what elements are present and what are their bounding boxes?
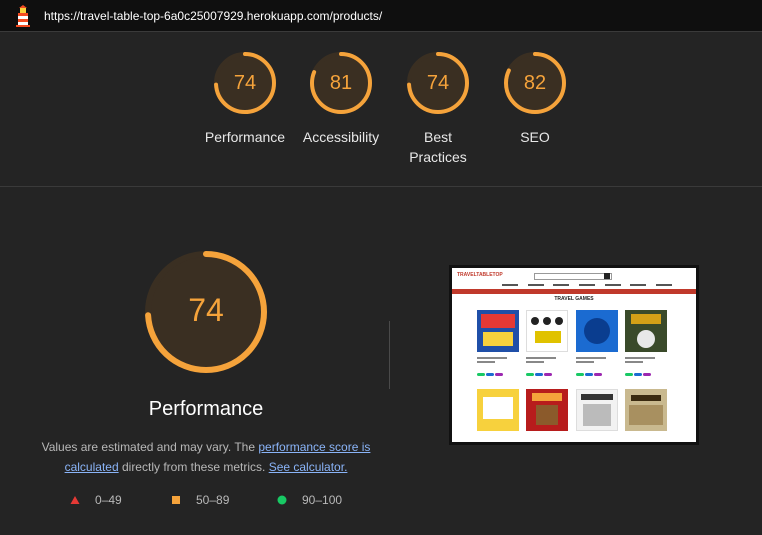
- product-meta: [625, 355, 667, 376]
- legend-range: 50–89: [196, 493, 230, 507]
- circle-icon: [277, 495, 287, 505]
- thumbnail-nav: [502, 284, 672, 287]
- page-screenshot-thumbnail[interactable]: TRAVELTABLETOP TRAVEL GAMES: [449, 265, 699, 445]
- product-meta: [526, 355, 568, 376]
- gauge-label: SEO: [520, 129, 550, 145]
- desc-text-1: Values are estimated and may vary. The: [41, 440, 259, 454]
- thumbnail-heading: TRAVEL GAMES: [554, 296, 594, 302]
- page-url: https://travel-table-top-6a0c25007929.he…: [44, 8, 383, 23]
- gauge-score: 82: [523, 72, 547, 94]
- gauge-score: 74: [233, 72, 257, 94]
- gauge-score: 81: [329, 72, 353, 94]
- divider: [389, 321, 390, 389]
- product-image: [526, 310, 568, 352]
- gauge-label: Best Practices: [409, 129, 467, 165]
- desc-text-2: directly from these metrics.: [118, 460, 269, 474]
- legend-range: 0–49: [95, 493, 122, 507]
- gauge-seo[interactable]: 82 SEO: [487, 51, 583, 147]
- performance-score: 74: [188, 292, 224, 328]
- gauge-label: Performance: [204, 129, 286, 145]
- gauge-label: Accessibility: [302, 129, 380, 145]
- gauge-accessibility[interactable]: 81 Accessibility: [293, 51, 389, 147]
- product-image: [576, 310, 618, 352]
- triangle-icon: [70, 496, 80, 504]
- product-image: [477, 310, 519, 352]
- product-image: [625, 310, 667, 352]
- product-image: [625, 389, 667, 431]
- performance-gauge: 74: [144, 250, 268, 374]
- see-calculator-link[interactable]: See calculator.: [269, 460, 348, 474]
- address-bar: https://travel-table-top-6a0c25007929.he…: [0, 0, 762, 32]
- product-meta: [477, 355, 519, 376]
- thumbnail-banner: [452, 289, 696, 294]
- gauge-best-practices[interactable]: 74 Best Practices: [390, 51, 486, 167]
- legend-average: 50–89: [171, 493, 229, 507]
- product-image: [576, 389, 618, 431]
- legend-pass: 90–100: [277, 493, 342, 507]
- product-meta: [576, 355, 618, 376]
- square-icon: [172, 496, 180, 504]
- thumbnail-logo: TRAVELTABLETOP: [457, 272, 503, 278]
- legend-range: 90–100: [302, 493, 343, 507]
- legend-fail: 0–49: [70, 493, 122, 507]
- score-summary: 74 Performance 81 Accessibility 74 Best …: [0, 33, 762, 187]
- lighthouse-icon: [12, 4, 34, 27]
- thumbnail-search: [534, 273, 612, 280]
- gauge-performance[interactable]: 74 Performance: [197, 51, 293, 147]
- performance-description: Values are estimated and may vary. The p…: [40, 437, 372, 477]
- product-image: [526, 389, 568, 431]
- thumbnail-search-icon: [604, 273, 610, 279]
- gauge-score: 74: [426, 72, 450, 94]
- product-image: [477, 389, 519, 431]
- performance-title: Performance: [148, 398, 264, 420]
